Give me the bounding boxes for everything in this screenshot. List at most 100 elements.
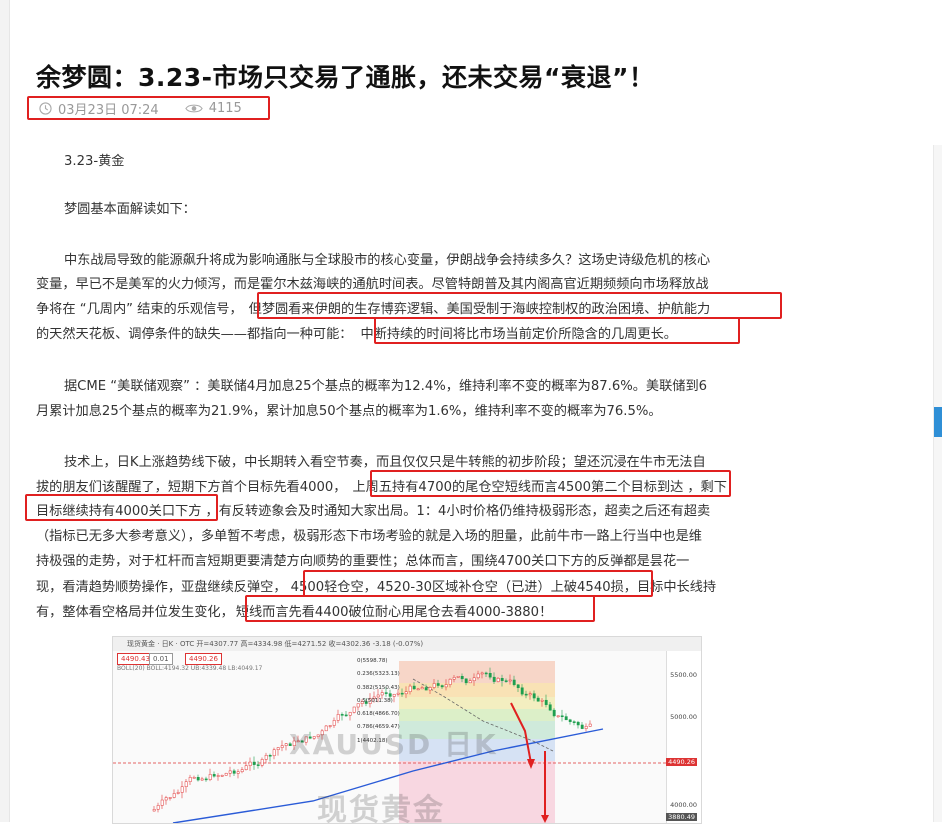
highlight-box [370, 470, 731, 497]
y-tick-label: 5000.00 [670, 713, 697, 721]
candle-body [492, 676, 496, 682]
text-segment: 的天然天花板、调停条件的缺失——都指向一种可能： [36, 327, 353, 342]
y-tick-label: 5500.00 [670, 671, 697, 679]
candle-body [424, 687, 428, 691]
candle-body [252, 761, 256, 765]
candle-body [412, 685, 416, 690]
candle-body [160, 799, 164, 806]
scrollbar-track[interactable] [933, 145, 942, 822]
candle-body [268, 754, 272, 757]
candle-body [280, 745, 284, 748]
candle-body [524, 693, 528, 696]
paragraph-line: （指标已无多大参考意义），多单暂不考虑，极弱形态下市场考验的就是入场的胆量，此前… [36, 529, 702, 544]
chart-watermark: XAUUSD 日K [289, 728, 498, 761]
text-segment: 现，看清趋势顺势操作，亚盘继续反弹空， [36, 580, 287, 595]
candle-body [416, 688, 420, 691]
fib-label: 0.5(5011.38) [357, 697, 393, 704]
candle-body [540, 699, 544, 702]
paragraph-line: 月累计加息25个基点的概率为21.9%，累计加息50个基点的概率为1.6%，维持… [36, 404, 662, 419]
candle-body [476, 673, 480, 679]
candle-body [272, 749, 276, 757]
page-left-border [0, 0, 10, 822]
candle-body [192, 777, 196, 779]
candle-body [216, 775, 220, 777]
candle-body [256, 764, 260, 766]
candle-body [184, 781, 188, 787]
candle-body [284, 743, 288, 746]
paragraph-line: 据CME “美联储观察” ：美联储4月加息25个基点的概率为12.4%，维持利率… [64, 379, 708, 394]
candle-body [572, 721, 576, 723]
embedded-chart-image: 现货黄金 · 日K · OTC 开=4307.77 高=4334.98 低=42… [112, 636, 702, 824]
candle-body [244, 765, 248, 770]
candle-body [520, 687, 524, 695]
paragraph-line: 中东战局导致的能源飙升将成为影响通胀与全球股市的核心变量，伊朗战争会持续多久？这… [64, 253, 711, 268]
candle-body [344, 714, 348, 717]
text-segment: 争将在 “几周内” 结束的乐观信号， [36, 302, 243, 317]
publish-date: 03月23日 07:24 [58, 102, 159, 118]
candle-body [480, 672, 484, 675]
article-title: 余梦圆：3.23-市场只交易了通胀，还未交易“衰退”！ [36, 63, 655, 92]
highlight-box [25, 494, 218, 521]
candle-body [468, 680, 472, 684]
candle-body [484, 672, 488, 675]
paragraph-line: 技术上，日K上涨趋势线下破，中长期转入看空节奏，而且仅仅只是牛转熊的初步阶段；望… [64, 455, 706, 470]
highlight-box [303, 570, 653, 597]
candle-body [152, 809, 156, 812]
text-segment: 有，整体看空格局并位发生变化， [36, 605, 234, 620]
candle-body [500, 678, 504, 681]
candle-body [188, 777, 192, 782]
candle-body [444, 684, 448, 688]
paragraph-heading: 3.23-黄金 [64, 154, 125, 169]
candle-body [432, 683, 436, 688]
candle-body [528, 693, 532, 696]
candle-body [248, 761, 252, 766]
candle-body [472, 677, 476, 681]
candle-body [348, 712, 352, 716]
candle-body [452, 677, 456, 680]
candle-body [352, 706, 356, 713]
candle-body [488, 673, 492, 678]
fib-label: 0.236(5323.13) [357, 671, 400, 678]
highlight-box [374, 317, 740, 344]
candle-body [560, 715, 564, 718]
chart-watermark: 现货黄金 [317, 793, 445, 824]
candle-body [576, 721, 580, 726]
candle-body [532, 693, 536, 699]
candle-body [404, 691, 408, 695]
candle-body [568, 719, 572, 722]
candle-body [460, 676, 464, 680]
candle-body [564, 716, 568, 721]
candle-body [204, 778, 208, 781]
candle-body [512, 679, 516, 686]
candle-body [172, 793, 176, 798]
fib-label: 0(5598.78) [357, 658, 388, 664]
highlight-box [245, 595, 595, 622]
candle-body [448, 678, 452, 685]
article-meta: 03月23日 07:24 4115 [27, 96, 270, 120]
candle-body [208, 774, 212, 780]
candle-body [196, 777, 200, 781]
candle-body [276, 747, 280, 750]
candle-body [180, 786, 184, 793]
eye-icon [184, 104, 203, 112]
candle-body [236, 771, 240, 774]
fib-label: 0.382(5150.43) [357, 684, 400, 691]
candle-body [240, 769, 244, 772]
candle-body [588, 723, 592, 727]
clock-icon [39, 101, 52, 115]
candle-body [508, 679, 512, 682]
candle-body [580, 724, 584, 729]
fib-band-2 [399, 697, 555, 709]
candle-body [516, 684, 520, 689]
candle-body [420, 687, 424, 690]
scrollbar-thumb[interactable] [934, 407, 942, 437]
candle-body [400, 692, 404, 695]
candle-body [504, 680, 508, 682]
y-current-price: 4490.26 [666, 758, 697, 766]
candle-body [224, 773, 228, 776]
text-segment: 拔的朋友们该醒醒了，短期下方首个目标先看4000， [36, 480, 347, 495]
fib-band-3 [399, 709, 555, 721]
candle-body [156, 805, 160, 810]
paragraph-line: 持极强的走势，对于杠杆而言短期更要清楚方向顺势的重要性；总体而言，围绕4700关… [36, 554, 690, 569]
candle-body [168, 797, 172, 799]
